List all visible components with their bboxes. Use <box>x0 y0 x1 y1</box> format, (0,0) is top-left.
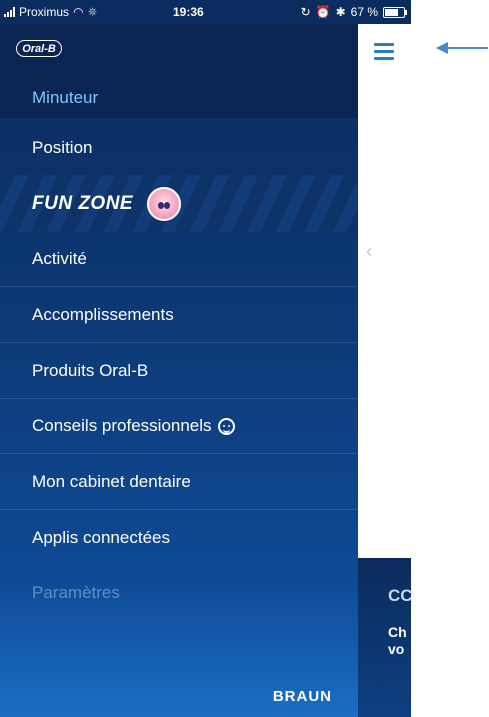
menu-item-parametres[interactable]: Paramètres <box>0 565 358 620</box>
status-bar: Proximus ◠ ✵ 19:36 ↻ ⏰ ✱ 67 % <box>0 0 411 24</box>
menu-item-label: Produits Oral-B <box>32 361 149 380</box>
battery-icon <box>383 6 407 18</box>
hamburger-menu-icon[interactable] <box>374 43 394 60</box>
menu-item-label: Paramètres <box>32 582 120 602</box>
signal-icon <box>4 7 15 17</box>
menu-item-label: Accomplissements <box>32 305 174 324</box>
fun-zone-avatar-icon <box>147 186 182 221</box>
phone-screen: Proximus ◠ ✵ 19:36 ↻ ⏰ ✱ 67 % Oral-B Min… <box>0 0 411 717</box>
fun-zone-banner[interactable]: FUN ZONE <box>0 175 358 232</box>
carrier-name: Proximus <box>19 5 70 19</box>
navigation-drawer: Oral-B Minuteur Position FUN ZONE Activi… <box>0 24 358 717</box>
menu-item-label: Position <box>32 137 93 157</box>
rotation-lock-icon: ↻ <box>300 5 311 19</box>
annotation-arrow-icon <box>436 42 488 54</box>
battery-percent: 67 % <box>350 5 378 19</box>
oral-b-logo: Oral-B <box>16 40 62 57</box>
wifi-icon: ◠ <box>73 5 84 19</box>
status-bar-left: Proximus ◠ ✵ <box>4 5 98 19</box>
activity-icon: ✵ <box>87 5 98 19</box>
fun-zone-label: FUN ZONE <box>32 192 134 214</box>
menu-item-label: Applis connectées <box>32 527 170 547</box>
status-bar-right: ↻ ⏰ ✱ 67 % <box>300 5 407 19</box>
menu-item-accomplissements[interactable]: Accomplissements <box>0 288 358 343</box>
braun-logo: BRAUN <box>272 688 332 705</box>
main-content-panel: ‹ CC Ch vo <box>358 24 411 717</box>
menu-item-produits[interactable]: Produits Oral-B <box>0 344 358 399</box>
card-text-line: Ch <box>388 624 407 640</box>
smiley-tooth-icon <box>217 417 235 435</box>
menu-item-applis[interactable]: Applis connectées <box>0 510 358 565</box>
content-card: CC Ch vo <box>358 558 411 717</box>
menu-item-label: Conseils professionnels <box>32 416 212 435</box>
alarm-icon: ⏰ <box>315 5 331 19</box>
menu-item-label: Minuteur <box>32 87 99 107</box>
chevron-left-icon[interactable]: ‹ <box>366 241 372 262</box>
menu-item-label: Activité <box>32 249 87 268</box>
menu-item-minuteur[interactable]: Minuteur <box>0 70 358 125</box>
card-text: Ch vo <box>388 624 407 658</box>
menu-item-label: Mon cabinet dentaire <box>32 472 191 491</box>
card-text-line: vo <box>388 641 405 657</box>
menu-item-cabinet[interactable]: Mon cabinet dentaire <box>0 455 358 510</box>
menu-item-conseils[interactable]: Conseils professionnels <box>0 399 358 454</box>
menu-item-position[interactable]: Position <box>0 120 358 175</box>
menu-item-activite[interactable]: Activité <box>0 232 358 287</box>
status-time: 19:36 <box>173 5 204 19</box>
card-title: CC <box>388 586 411 605</box>
bluetooth-icon: ✱ <box>335 5 346 19</box>
